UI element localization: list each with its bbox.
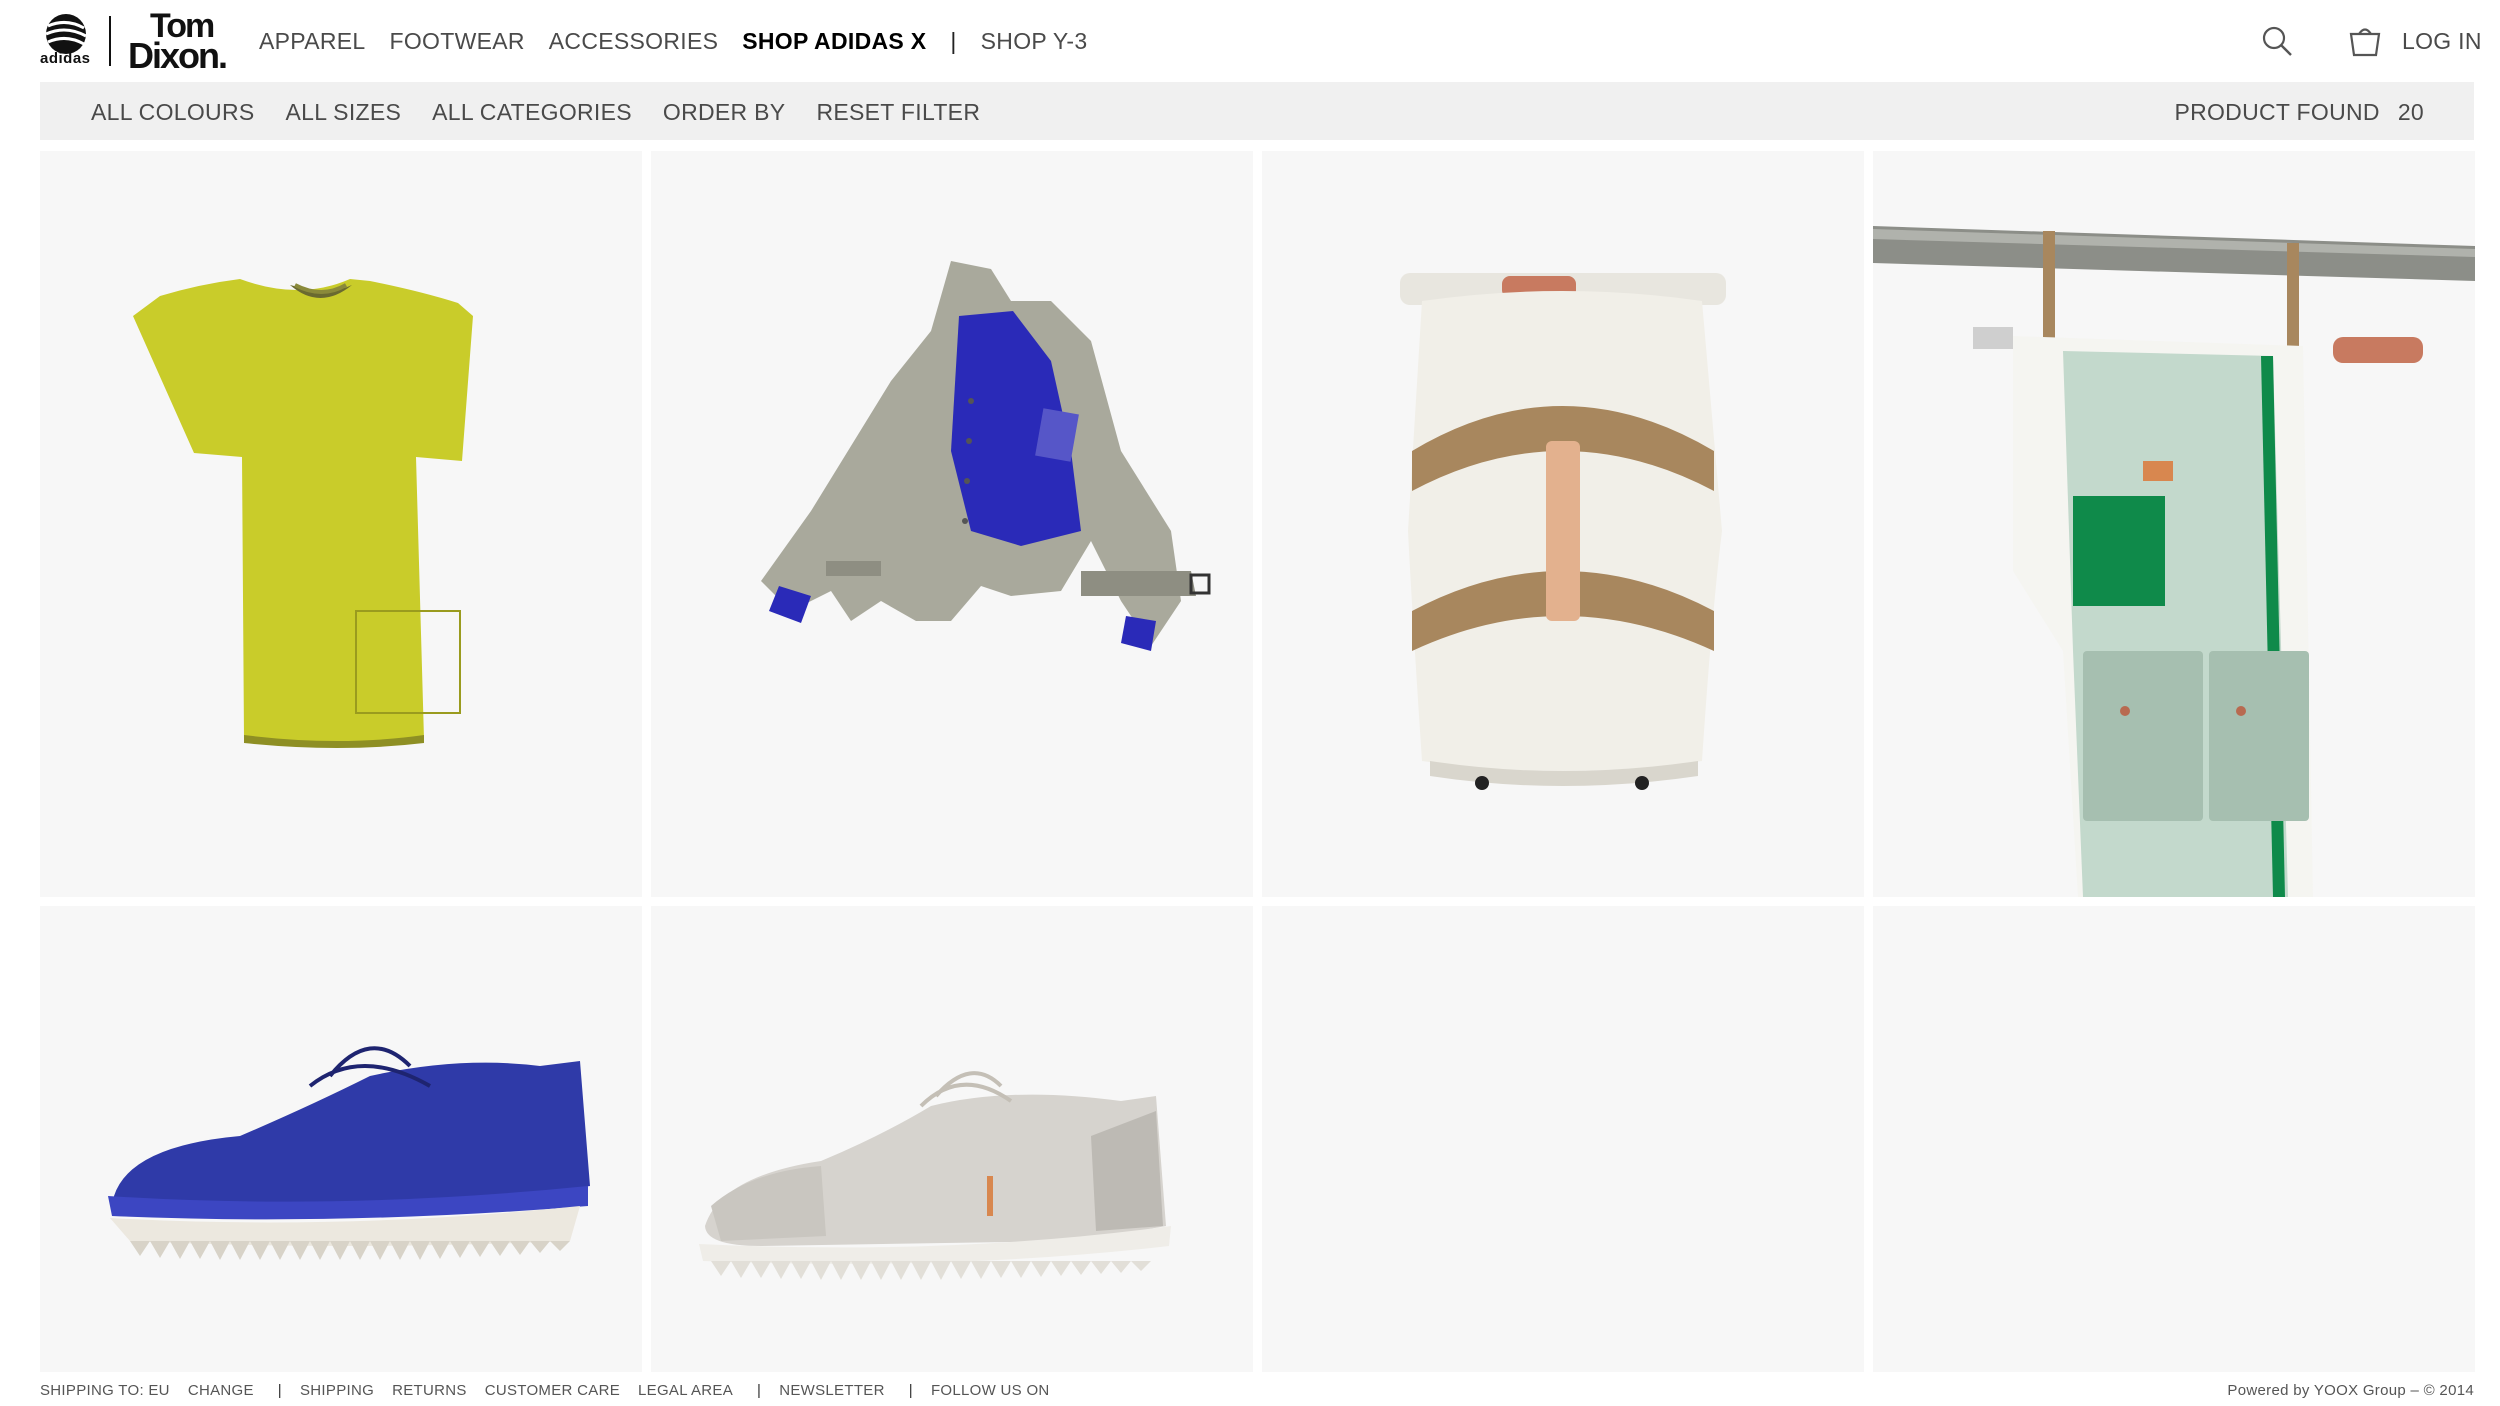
product-card[interactable] xyxy=(1262,151,1864,897)
filter-order-by[interactable]: ORDER BY xyxy=(663,99,786,126)
footer-returns[interactable]: RETURNS xyxy=(392,1382,467,1399)
nav-shop-y3[interactable]: SHOP Y-3 xyxy=(981,28,1088,55)
nav-apparel[interactable]: APPAREL xyxy=(259,28,366,55)
login-link[interactable]: LOG IN xyxy=(2402,28,2482,55)
blue-shoe-image xyxy=(108,1046,590,1260)
adidas-wordmark: adidas xyxy=(40,50,91,67)
tom-dixon-logo-line2: Dixon. xyxy=(128,34,228,76)
site-footer: SHIPPING TO: EU CHANGE | SHIPPING RETURN… xyxy=(40,1382,2474,1402)
footer-separator: | xyxy=(757,1382,762,1399)
footer-separator: | xyxy=(908,1382,913,1399)
site-header: adidas Tom Dixon. APPAREL FOOTWEAR ACCES… xyxy=(0,0,2500,80)
product-card[interactable] xyxy=(40,151,642,897)
product-card[interactable] xyxy=(1873,151,2475,897)
footer-customer-care[interactable]: CUSTOMER CARE xyxy=(485,1382,620,1399)
product-card[interactable] xyxy=(40,906,642,1372)
filter-all-colours[interactable]: ALL COLOURS xyxy=(91,99,255,126)
product-found-count: 20 xyxy=(2397,99,2424,125)
nav-separator: | xyxy=(950,28,957,54)
filter-bar: ALL COLOURS ALL SIZES ALL CATEGORIES ORD… xyxy=(40,82,2474,140)
filter-reset[interactable]: RESET FILTER xyxy=(816,99,980,126)
filter-all-categories[interactable]: ALL CATEGORIES xyxy=(432,99,632,126)
footer-separator: | xyxy=(277,1382,282,1399)
search-icon[interactable] xyxy=(2260,24,2294,58)
nav-shop-adidas-x[interactable]: SHOP ADIDAS X xyxy=(742,28,926,55)
main-nav: APPAREL FOOTWEAR ACCESSORIES SHOP ADIDAS… xyxy=(259,28,1111,55)
footer-change[interactable]: CHANGE xyxy=(188,1382,254,1399)
grey-shoe-image xyxy=(699,1071,1171,1280)
product-card-empty xyxy=(1873,906,2475,1372)
filter-all-sizes[interactable]: ALL SIZES xyxy=(286,99,402,126)
footer-shipping[interactable]: SHIPPING xyxy=(300,1382,374,1399)
footer-shipping-to: SHIPPING TO: EU xyxy=(40,1382,170,1399)
logo-divider xyxy=(109,16,111,66)
product-card[interactable] xyxy=(651,906,1253,1372)
filter-list: ALL COLOURS ALL SIZES ALL CATEGORIES ORD… xyxy=(91,99,1011,126)
tom-dixon-logo[interactable]: Tom Dixon. xyxy=(128,9,238,76)
shopping-bag-icon[interactable] xyxy=(2347,24,2383,58)
nav-footwear[interactable]: FOOTWEAR xyxy=(390,28,525,55)
nav-accessories[interactable]: ACCESSORIES xyxy=(549,28,718,55)
footer-follow-us[interactable]: FOLLOW US ON xyxy=(931,1382,1050,1399)
footer-powered-by: Powered by YOOX Group – © 2014 xyxy=(2227,1382,2474,1399)
yellow-tshirt-image xyxy=(133,279,473,748)
white-duffel-bag-image xyxy=(1400,273,1726,790)
hanging-garment-bag-image xyxy=(1873,226,2475,897)
footer-links: SHIPPING TO: EU CHANGE | SHIPPING RETURN… xyxy=(40,1382,1068,1399)
product-card[interactable] xyxy=(651,151,1253,897)
product-card-empty xyxy=(1262,906,1864,1372)
grey-jacket-image xyxy=(761,261,1211,651)
product-found-counter: PRODUCT FOUND 20 xyxy=(2174,99,2424,126)
footer-newsletter[interactable]: NEWSLETTER xyxy=(779,1382,885,1399)
footer-legal-area[interactable]: LEGAL AREA xyxy=(638,1382,733,1399)
product-found-label: PRODUCT FOUND xyxy=(2174,99,2380,125)
